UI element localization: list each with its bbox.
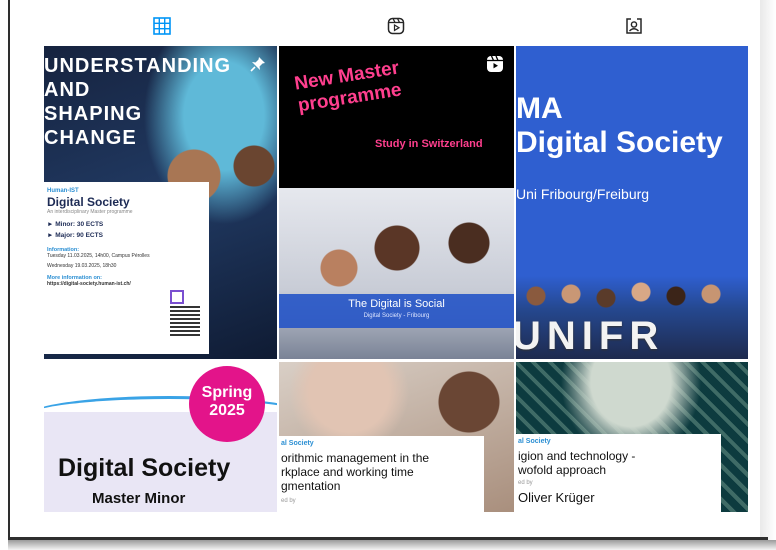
post-headline: MA Digital Society — [516, 92, 723, 160]
card-subtitle: An interdisciplinary Master programme — [47, 209, 133, 215]
card-author: Oliver Krüger — [518, 490, 595, 505]
window-right-shadow — [760, 0, 776, 540]
post-image — [279, 188, 514, 359]
card-kicker: al Society — [281, 440, 314, 447]
post-tile-6[interactable]: al Society igion and technology - wofold… — [516, 362, 748, 512]
window-bottom-shadow — [8, 540, 776, 550]
post-subheadline: Study in Switzerland — [375, 138, 483, 150]
banner-title: The Digital is Social — [348, 298, 445, 310]
card-bullet-minor: ► Minor: 30 ECTS — [47, 221, 104, 228]
card-byline: ed by — [281, 498, 296, 504]
card-info-line-2: Wednesday 19.03.2025, 18h30 — [47, 263, 117, 269]
headline-line-2: Digital Society — [516, 126, 723, 159]
card-kicker: Human-IST — [47, 188, 79, 194]
tab-tagged[interactable] — [622, 14, 646, 38]
post-info-card: Human-IST Digital Society An interdiscip… — [44, 182, 209, 354]
card-title: Digital Society — [47, 195, 130, 209]
card-byline: ed by — [518, 480, 533, 486]
reels-icon — [387, 17, 405, 35]
card-more-url: https://digital-society.human-ist.ch/ — [47, 281, 131, 287]
card-kicker: al Society — [518, 438, 551, 445]
card-title: orithmic management in the rkplace and w… — [281, 451, 430, 493]
tab-reels[interactable] — [384, 14, 408, 38]
tagged-icon — [626, 18, 642, 34]
tab-posts[interactable] — [150, 14, 174, 38]
post-subtitle: Master Minor — [92, 490, 186, 507]
post-title: Digital Society — [58, 454, 231, 482]
qr-code — [170, 306, 200, 336]
window: UNDERSTANDING AND SHAPING CHANGE Human-I… — [0, 0, 776, 550]
post-headline: UNDERSTANDING AND SHAPING CHANGE — [44, 55, 232, 149]
card-bullet-major: ► Major: 90 ECTS — [47, 232, 103, 239]
post-university: Uni Fribourg/Freiburg — [516, 186, 650, 202]
post-tile-4[interactable]: Spring 2025 Digital Society Master Minor — [44, 362, 277, 512]
window-left-edge — [8, 0, 10, 538]
banner-subtitle: Digital Society - Fribourg — [363, 313, 430, 319]
letter-signs: UNIFR — [516, 314, 665, 358]
badge-text: Spring 2025 — [201, 384, 253, 419]
post-tile-2[interactable]: New Master programme Study in Switzerlan… — [279, 46, 514, 359]
card-title: igion and technology - wofold approach — [518, 449, 636, 477]
reel-indicator-icon — [487, 55, 503, 72]
profile-tabs — [44, 6, 748, 42]
pin-icon — [250, 57, 265, 72]
post-tile-3[interactable]: MA Digital Society Uni Fribourg/Freiburg… — [516, 46, 748, 359]
grid-icon — [153, 17, 171, 35]
post-tile-1[interactable]: UNDERSTANDING AND SHAPING CHANGE Human-I… — [44, 46, 277, 359]
posts-grid: UNDERSTANDING AND SHAPING CHANGE Human-I… — [44, 46, 748, 512]
card-info-line-1: Tuesday 11.03.2025, 14h00, Campus Péroll… — [47, 253, 150, 259]
logo-mark — [170, 290, 184, 304]
post-headline: New Master programme — [293, 57, 403, 117]
headline-line-1: MA — [516, 92, 563, 125]
post-tile-5[interactable]: al Society orithmic management in the rk… — [279, 362, 514, 512]
